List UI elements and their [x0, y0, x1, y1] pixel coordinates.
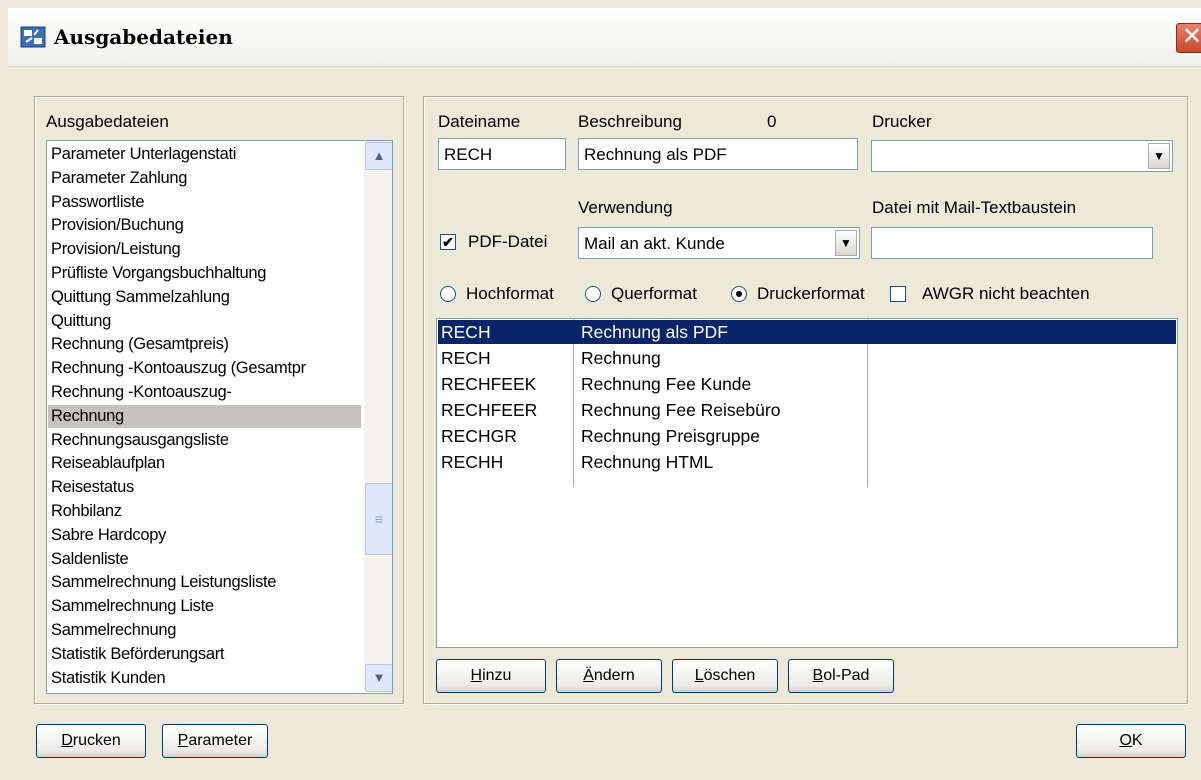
list-item[interactable]: Saldenliste: [51, 548, 129, 571]
list-item[interactable]: Statistik Beförderungsart: [51, 643, 224, 666]
querformat-radio[interactable]: [585, 286, 601, 302]
table-row[interactable]: RECHH Rechnung HTML: [438, 450, 1176, 474]
verwendung-value: Mail an akt. Kunde: [584, 234, 725, 253]
druckerformat-radio[interactable]: [731, 286, 747, 302]
list-item[interactable]: Quittung Sammelzahlung: [51, 286, 230, 309]
list-item[interactable]: Quittung: [51, 310, 111, 333]
list-item[interactable]: Prüfliste Vorgangsbuchhaltung: [51, 262, 266, 285]
window-title: Ausgabedateien: [54, 25, 233, 49]
druckerformat-label: Druckerformat: [757, 284, 865, 303]
pdf-label: PDF-Datei: [468, 232, 548, 251]
list-item[interactable]: Provision/Buchung: [51, 214, 184, 237]
chevron-down-icon[interactable]: ▼: [835, 230, 857, 256]
dateiname-label: Dateiname: [438, 112, 521, 131]
beschreibung-label: Beschreibung: [578, 112, 682, 131]
list-item[interactable]: Sammelrechnung Leistungsliste: [51, 571, 276, 594]
querformat-label: Querformat: [611, 284, 697, 303]
awgr-checkbox[interactable]: [890, 286, 906, 302]
chevron-down-icon[interactable]: ▼: [1148, 143, 1170, 169]
row-code: RECHGR: [441, 426, 517, 446]
verwendung-select[interactable]: Mail an akt. Kunde ▼: [578, 227, 860, 259]
list-item[interactable]: Sammelrechnung: [51, 619, 176, 642]
hochformat-label: Hochformat: [466, 284, 554, 303]
output-files-list[interactable]: Statistik Kunden Statistik Beförderungsar…: [46, 140, 393, 694]
parameter-button[interactable]: Parameter: [162, 724, 268, 758]
drucker-label: Drucker: [872, 112, 932, 131]
dialog-window: Ausgabedateien ✕ Ausgabedateien Statisti…: [0, 0, 1201, 780]
list-scrollbar[interactable]: ▲ ≡ ▼: [364, 141, 392, 692]
row-description: Rechnung HTML: [581, 452, 714, 472]
row-description: Rechnung: [581, 348, 661, 368]
awgr-label: AWGR nicht beachten: [922, 284, 1090, 303]
ok-button[interactable]: OK: [1076, 724, 1186, 758]
pdf-checkbox[interactable]: ✔: [440, 234, 456, 250]
row-code: RECHH: [441, 452, 504, 472]
title-bar[interactable]: Ausgabedateien ✕: [8, 8, 1201, 67]
bolpad-button[interactable]: Bol-Pad: [788, 659, 894, 693]
table-row[interactable]: RECHGR Rechnung Preisgruppe: [438, 424, 1176, 448]
row-description: Rechnung Fee Reisebüro: [581, 400, 781, 420]
scroll-down-icon[interactable]: ▼: [365, 664, 392, 692]
list-item[interactable]: Rechnung -Kontoauszug-: [51, 381, 232, 404]
row-description: Rechnung Fee Kunde: [581, 374, 752, 394]
row-code: RECH: [441, 348, 491, 368]
row-description: Rechnung als PDF: [581, 322, 728, 342]
drucken-button[interactable]: Drucken: [36, 724, 146, 758]
list-item[interactable]: Sammelrechnung Liste: [51, 595, 214, 618]
list-item[interactable]: Statistik Kunden: [51, 667, 166, 690]
table-row[interactable]: RECH Rechnung als PDF: [438, 320, 1176, 344]
beschreibung-field[interactable]: Rechnung als PDF: [578, 138, 858, 170]
dateiname-field[interactable]: RECH: [438, 138, 566, 170]
list-item[interactable]: Rechnung: [48, 404, 361, 428]
list-item[interactable]: Rohbilanz: [51, 500, 122, 523]
table-row[interactable]: RECHFEER Rechnung Fee Reisebüro: [438, 398, 1176, 422]
hinzu-button[interactable]: Hinzu: [436, 659, 546, 693]
table-row[interactable]: RECHFEEK Rechnung Fee Kunde: [438, 372, 1176, 396]
list-item[interactable]: Parameter Zahlung: [51, 167, 187, 190]
row-code: RECHFEEK: [441, 374, 537, 394]
close-icon[interactable]: ✕: [1176, 23, 1201, 53]
list-item[interactable]: Parameter Unterlagenstati: [51, 143, 236, 166]
verwendung-label: Verwendung: [578, 198, 673, 217]
list-item[interactable]: Rechnung (Gesamtpreis): [51, 333, 229, 356]
list-item[interactable]: Passwortliste: [51, 191, 145, 214]
table-row[interactable]: RECH Rechnung: [438, 346, 1176, 370]
list-label: Ausgabedateien: [46, 112, 169, 131]
scroll-thumb[interactable]: ≡: [365, 483, 392, 555]
row-code: RECHFEER: [441, 400, 538, 420]
loeschen-button[interactable]: Löschen: [672, 659, 778, 693]
output-grid[interactable]: RECH Rechnung als PDF RECH Rechnung RECHFEEK…: [436, 318, 1178, 648]
row-description: Rechnung Preisgruppe: [581, 426, 761, 446]
list-item[interactable]: Reiseablaufplan: [51, 452, 165, 475]
hochformat-radio[interactable]: [440, 286, 456, 302]
beschreibung-count: 0: [767, 112, 777, 131]
row-code: RECH: [441, 322, 491, 342]
drucker-select[interactable]: ▼: [871, 140, 1173, 172]
mail-file-field[interactable]: [871, 227, 1153, 259]
scroll-up-icon[interactable]: ▲: [365, 142, 392, 170]
list-item[interactable]: Reisestatus: [51, 476, 134, 499]
list-item[interactable]: Provision/Leistung: [51, 238, 181, 261]
list-item[interactable]: Rechnungsausgangsliste: [51, 429, 229, 452]
aendern-button[interactable]: Ändern: [556, 659, 662, 693]
list-item[interactable]: Rechnung -Kontoauszug (Gesamtpr: [51, 357, 306, 380]
app-icon: [20, 26, 46, 48]
mail-label: Datei mit Mail-Textbaustein: [872, 198, 1077, 217]
list-item[interactable]: Sabre Hardcopy: [51, 524, 166, 547]
